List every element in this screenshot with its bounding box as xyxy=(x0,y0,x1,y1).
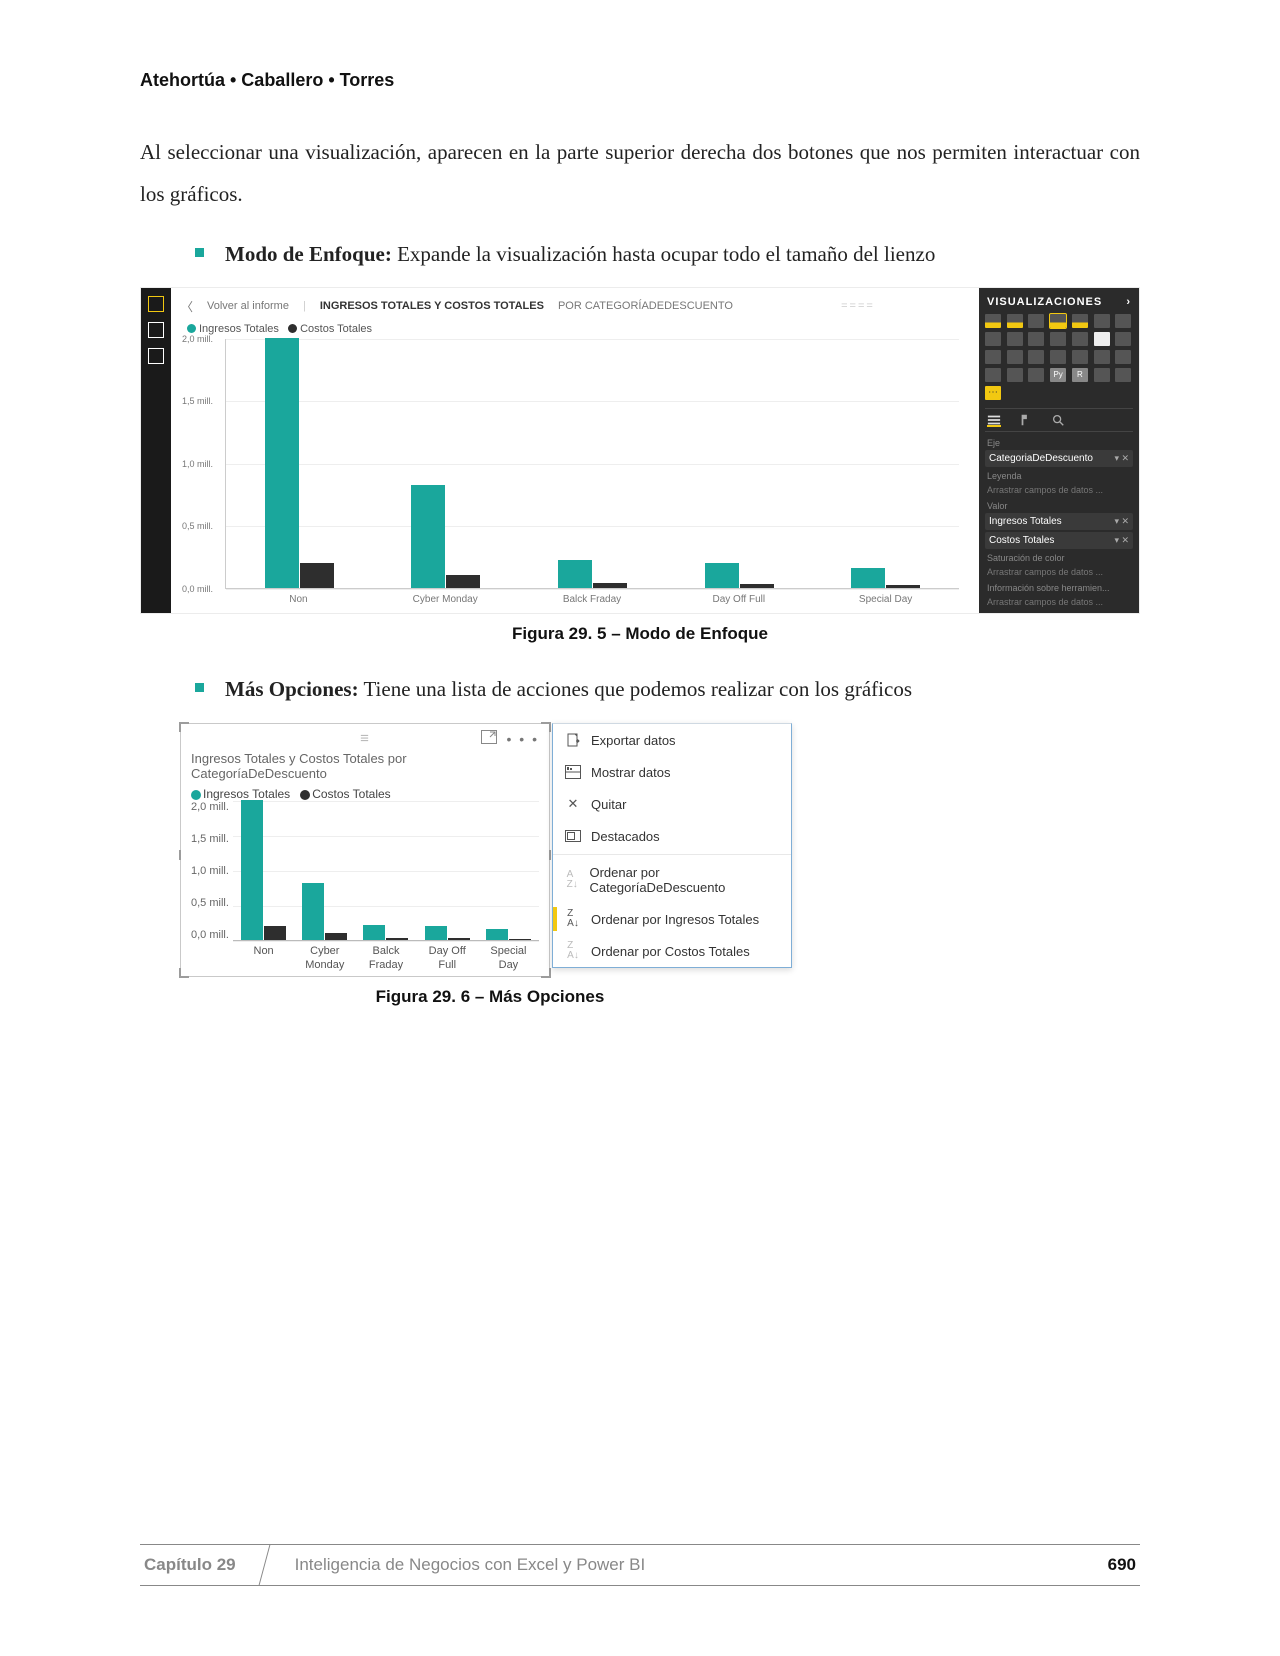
remove-icon: ✕ xyxy=(565,796,581,812)
menu-export-data[interactable]: Exportar datos xyxy=(553,724,791,756)
figure-2-caption: Figura 29. 6 – Más Opciones xyxy=(0,987,1140,1007)
pbi-left-rail xyxy=(141,288,171,613)
legend-label-b: Costos Totales xyxy=(300,323,372,335)
figure-1: 〈 Volver al informe | INGRESOS TOTALES Y… xyxy=(140,287,1140,644)
value-field-chip-1[interactable]: Costos Totales▾ ✕ xyxy=(985,532,1133,549)
more-options-icon[interactable]: • • • xyxy=(507,731,539,747)
figure-2: ≡ • • • Ingresos Totales y Costos Totale… xyxy=(140,723,1140,1006)
chart-plot-area: 2,0 mill.1,5 mill.1,0 mill.0,5 mill.0,0 … xyxy=(225,339,959,589)
focus-title-light: POR CATEGORÍADEDESCUENTO xyxy=(558,300,733,312)
chart-x-axis: NonCyberMondayBalckFradayDay OffFullSpec… xyxy=(233,941,539,971)
model-view-icon[interactable] xyxy=(148,348,164,364)
legend-dot-teal xyxy=(191,790,201,800)
bullet-label: Modo de Enfoque: xyxy=(225,242,392,266)
bullet-text: Tiene una lista de acciones que podemos … xyxy=(359,677,912,701)
value-well-label: Valor xyxy=(987,501,1131,511)
menu-sort-costos[interactable]: ZA↓ Ordenar por Costos Totales xyxy=(553,935,791,967)
menu-remove[interactable]: ✕ Quitar xyxy=(553,788,791,820)
page-footer: Capítulo 29 Inteligencia de Negocios con… xyxy=(140,1544,1140,1586)
bullet-text: Expande la visualización hasta ocupar to… xyxy=(392,242,935,266)
menu-sort-ingresos[interactable]: ZA↓ Ordenar por Ingresos Totales xyxy=(553,903,791,935)
report-view-icon[interactable] xyxy=(148,296,164,312)
chart-title: Ingresos Totales y Costos Totales por Ca… xyxy=(191,751,539,781)
legend-well-label: Leyenda xyxy=(987,471,1131,481)
bullet-label: Más Opciones: xyxy=(225,677,359,701)
legend-dot-teal xyxy=(187,324,196,333)
legend-well-placeholder[interactable]: Arrastrar campos de datos ... xyxy=(985,483,1133,497)
value-field-chip-0[interactable]: Ingresos Totales▾ ✕ xyxy=(985,513,1133,530)
analytics-tab-icon[interactable] xyxy=(1051,413,1065,427)
tooltip-well-placeholder[interactable]: Arrastrar campos de datos ... xyxy=(985,595,1133,609)
back-chevron-icon[interactable]: 〈 xyxy=(181,298,193,315)
visualizations-panel: VISUALIZACIONES › PyR ⋯ xyxy=(979,288,1139,613)
chart-tile[interactable]: ≡ • • • Ingresos Totales y Costos Totale… xyxy=(180,723,550,976)
back-to-report-link[interactable]: Volver al informe xyxy=(207,300,289,312)
bullet-mas-opciones: Más Opciones: Tiene una lista de accione… xyxy=(195,672,1140,708)
focus-title-strong: INGRESOS TOTALES Y COSTOS TOTALES xyxy=(320,300,544,312)
viz-type-gallery[interactable]: PyR ⋯ xyxy=(985,314,1133,400)
show-data-icon xyxy=(565,764,581,780)
export-icon xyxy=(565,732,581,748)
bullet-modo-enfoque: Modo de Enfoque: Expande la visualizació… xyxy=(195,237,1140,273)
saturation-well-placeholder[interactable]: Arrastrar campos de datos ... xyxy=(985,565,1133,579)
axis-field-chip[interactable]: CategoriaDeDescuento▾ ✕ xyxy=(985,450,1133,467)
footer-title: Inteligencia de Negocios con Excel y Pow… xyxy=(265,1545,1104,1585)
spotlight-icon xyxy=(565,828,581,844)
axis-well-label: Eje xyxy=(987,438,1131,448)
legend-dot-dark xyxy=(300,790,310,800)
saturation-well-label: Saturación de color xyxy=(987,553,1131,563)
drag-grip-icon: ==== xyxy=(747,300,969,312)
menu-show-data[interactable]: Mostrar datos xyxy=(553,756,791,788)
footer-page-number: 690 xyxy=(1104,1545,1140,1585)
figure-1-caption: Figura 29. 5 – Modo de Enfoque xyxy=(140,624,1140,644)
drag-grip-icon[interactable]: ≡ xyxy=(360,730,370,747)
more-options-menu: Exportar datos Mostrar datos ✕ Quitar xyxy=(552,723,792,968)
chart-x-axis: NonCyber MondayBalck FradayDay Off FullS… xyxy=(225,589,959,613)
data-view-icon[interactable] xyxy=(148,322,164,338)
collapse-chevron-icon[interactable]: › xyxy=(1126,296,1131,308)
focus-mode-icon[interactable] xyxy=(481,730,497,747)
footer-chapter: Capítulo 29 xyxy=(135,1545,270,1585)
menu-spotlight[interactable]: Destacados xyxy=(553,820,791,852)
sort-icon: AZ↓ xyxy=(565,872,579,888)
legend-dot-dark xyxy=(288,324,297,333)
fields-tab-icon[interactable] xyxy=(987,413,1001,427)
menu-sort-category[interactable]: AZ↓ Ordenar por CategoríaDeDescuento xyxy=(553,857,791,903)
running-head: Atehortúa • Caballero • Torres xyxy=(140,70,1140,91)
intro-paragraph: Al seleccionar una visualización, aparec… xyxy=(140,131,1140,215)
format-tab-icon[interactable] xyxy=(1019,413,1033,427)
viz-panel-title: VISUALIZACIONES xyxy=(987,296,1102,308)
chart-legend: Ingresos Totales Costos Totales xyxy=(191,787,539,801)
tooltip-well-label: Información sobre herramien... xyxy=(987,583,1131,593)
viz-field-tabs[interactable] xyxy=(985,408,1133,432)
sort-desc-icon: ZA↓ xyxy=(565,911,581,927)
chart-y-axis: 2,0 mill.1,5 mill.1,0 mill.0,5 mill.0,0 … xyxy=(191,801,233,941)
chart-legend: Ingresos Totales Costos Totales xyxy=(187,323,969,335)
sort-icon: ZA↓ xyxy=(565,943,581,959)
chart-plot-area xyxy=(233,801,539,941)
